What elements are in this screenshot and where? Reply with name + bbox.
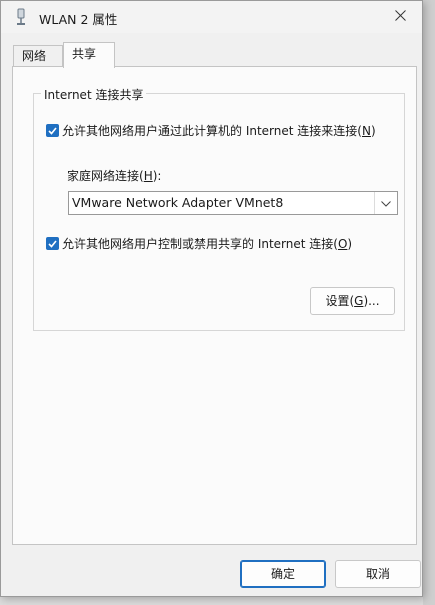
accelerator-key: H [143,169,153,183]
tab-network[interactable]: 网络 [13,45,63,67]
allow-control-label[interactable]: 允许其他网络用户控制或禁用共享的 Internet 连接(O) [62,235,352,252]
allow-control-checkbox[interactable] [46,237,59,250]
chevron-down-icon [381,196,391,210]
close-icon [394,10,406,24]
allow-share-label[interactable]: 允许其他网络用户通过此计算机的 Internet 连接来连接(N) [62,122,376,139]
button-text: )... [363,294,380,308]
label-text: ) [370,124,376,138]
sharing-tab-panel: Internet 连接共享 允许其他网络用户通过此计算机的 Internet 连… [12,66,417,545]
properties-dialog: WLAN 2 属性 网络 共享 Internet 连接共享 允许其他网络用户通过… [0,0,423,597]
checkmark-icon [48,237,57,251]
selected-adapter: VMware Network Adapter VMnet8 [72,195,284,210]
ok-button[interactable]: 确定 [240,560,326,588]
ics-group: Internet 连接共享 允许其他网络用户通过此计算机的 Internet 连… [33,86,405,331]
label-text: 允许其他网络用户通过此计算机的 Internet 连接来连接( [62,124,362,138]
label-text: 允许其他网络用户控制或禁用共享的 Internet 连接( [62,237,338,251]
button-text: 设置( [325,294,355,308]
tab-label: 网络 [22,49,47,63]
dropdown-button[interactable] [374,192,397,214]
background-window-edge [423,0,435,605]
tab-sharing[interactable]: 共享 [63,42,115,68]
close-button[interactable] [378,1,422,33]
accelerator-key: O [337,237,348,251]
home-network-select[interactable]: VMware Network Adapter VMnet8 [68,191,398,215]
network-adapter-icon [14,8,28,26]
window-title: WLAN 2 属性 [39,12,118,27]
checkmark-icon [48,124,57,138]
home-network-label: 家庭网络连接(H): [67,167,161,184]
label-text: ) [347,237,353,251]
settings-button[interactable]: 设置(G)... [310,287,395,315]
tab-label: 共享 [72,47,97,61]
accelerator-key: N [361,124,371,138]
cancel-button[interactable]: 取消 [335,560,421,588]
title-bar[interactable]: WLAN 2 属性 [1,1,422,33]
label-text: ): [152,169,162,183]
allow-share-checkbox[interactable] [46,124,59,137]
label-text: 家庭网络连接( [67,169,144,183]
group-title: Internet 连接共享 [41,86,147,103]
